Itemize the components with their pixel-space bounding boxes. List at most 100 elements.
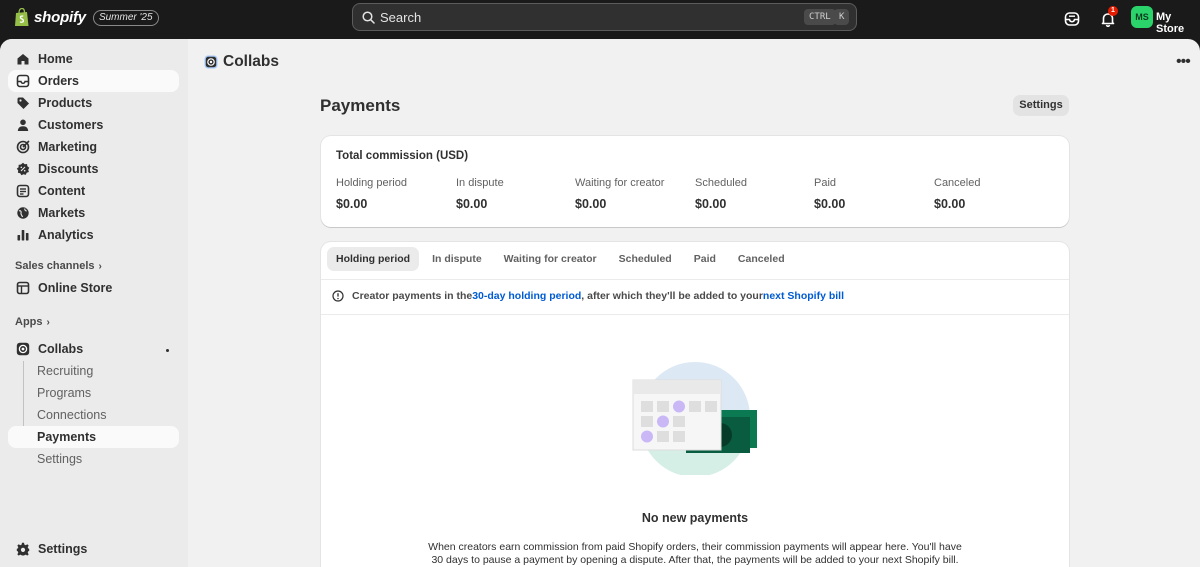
- stat-label: Canceled: [934, 177, 981, 189]
- info-text-middle: , after which they'll be added to your: [581, 290, 763, 302]
- storefront-icon: [16, 281, 30, 295]
- sidebar-item-home[interactable]: Home: [8, 48, 179, 70]
- store-name[interactable]: My Store: [1156, 11, 1200, 35]
- apps-heading[interactable]: Apps ›: [15, 316, 50, 328]
- stat-canceled: Canceled $0.00: [934, 177, 1049, 211]
- sidebar-item-label: Settings: [38, 542, 88, 556]
- empty-state-description: When creators earn commission from paid …: [428, 541, 962, 566]
- sidebar-item-label: Markets: [38, 206, 86, 220]
- stat-label: Waiting for creator: [575, 177, 665, 189]
- stat-holding-period: Holding period $0.00: [336, 177, 451, 211]
- stat-value: $0.00: [575, 197, 607, 211]
- sidebar-subitem-recruiting[interactable]: Recruiting: [8, 360, 179, 382]
- sidebar-item-settings[interactable]: Settings: [8, 538, 179, 560]
- collabs-pin-dot: [166, 349, 169, 352]
- sidebar-item-label: Collabs: [38, 342, 84, 356]
- tabs-divider: [321, 279, 1069, 280]
- sidebar-item-label: Home: [38, 52, 73, 66]
- stat-label: Holding period: [336, 177, 407, 189]
- inbox-icon[interactable]: [1063, 10, 1081, 28]
- stat-value: $0.00: [934, 197, 966, 211]
- sidebar-item-content[interactable]: Content: [8, 180, 179, 202]
- tab-holding-period[interactable]: Holding period: [327, 247, 420, 271]
- sidebar-item-online-store[interactable]: Online Store: [8, 277, 179, 299]
- tab-waiting-for-creator[interactable]: Waiting for creator: [495, 247, 606, 271]
- sidebar-item-label: Marketing: [38, 140, 98, 154]
- sidebar-item-label: Online Store: [38, 281, 113, 295]
- sidebar-item-label: Products: [38, 96, 93, 110]
- stat-in-dispute: In dispute $0.00: [456, 177, 571, 211]
- page-title: Payments: [320, 96, 401, 115]
- stat-label: Scheduled: [695, 177, 747, 189]
- tab-in-dispute[interactable]: In dispute: [423, 247, 491, 271]
- tab-scheduled[interactable]: Scheduled: [610, 247, 681, 271]
- sidebar-item-label: Customers: [38, 118, 104, 132]
- empty-state-title: No new payments: [641, 511, 749, 525]
- chevron-right-icon: ›: [98, 260, 102, 272]
- stat-paid: Paid $0.00: [814, 177, 929, 211]
- stat-scheduled: Scheduled $0.00: [695, 177, 810, 211]
- top-bar: shopify Summer '25 Search CTRL K 1 MS My…: [0, 0, 1200, 39]
- commission-summary-card: Total commission (USD) Holding period $0…: [321, 136, 1069, 227]
- content-icon: [16, 184, 30, 198]
- shortcut-k-key: K: [834, 9, 850, 25]
- sidebar-item-label: Discounts: [38, 162, 99, 176]
- sidebar-item-products[interactable]: Products: [8, 92, 179, 114]
- search-icon: [362, 10, 375, 24]
- stat-value: $0.00: [695, 197, 727, 211]
- sidebar-subitem-connections[interactable]: Connections: [8, 404, 179, 426]
- empty-state-illustration: [632, 362, 757, 475]
- stat-label: In dispute: [456, 177, 504, 189]
- target-icon: [16, 140, 30, 154]
- sales-channels-heading[interactable]: Sales channels ›: [15, 260, 102, 272]
- search-bar[interactable]: Search CTRL K: [352, 3, 857, 31]
- sidebar-subitem-programs[interactable]: Programs: [8, 382, 179, 404]
- edition-badge[interactable]: Summer '25: [92, 9, 159, 26]
- collabs-app-icon: [204, 55, 218, 69]
- collabs-app-icon: [16, 342, 30, 356]
- sidebar-item-label: Analytics: [38, 228, 94, 242]
- shopify-bill-link[interactable]: next Shopify bill: [763, 290, 844, 302]
- notification-badge: 1: [1108, 6, 1118, 16]
- sidebar-item-markets[interactable]: Markets: [8, 202, 179, 224]
- sidebar-item-discounts[interactable]: Discounts: [8, 158, 179, 180]
- shortcut-ctrl-key: CTRL: [804, 9, 836, 25]
- gear-icon: [16, 542, 30, 556]
- sidebar-item-label: Orders: [38, 74, 79, 88]
- search-placeholder: Search: [380, 9, 422, 25]
- summary-title: Total commission (USD): [336, 150, 469, 162]
- sales-channels-label: Sales channels: [15, 260, 95, 272]
- tab-canceled[interactable]: Canceled: [729, 247, 794, 271]
- sidebar-item-customers[interactable]: Customers: [8, 114, 179, 136]
- globe-icon: [17, 207, 29, 219]
- app-title: Collabs: [204, 53, 279, 71]
- tag-icon: [17, 97, 29, 109]
- discount-icon: [16, 162, 30, 176]
- stat-value: $0.00: [456, 197, 488, 211]
- sidebar-subitem-payments[interactable]: Payments: [8, 426, 179, 448]
- info-text-prefix: Creator payments in the: [352, 290, 473, 302]
- shopify-logo[interactable]: shopify Summer '25: [14, 8, 159, 27]
- settings-button[interactable]: Settings: [1013, 95, 1069, 116]
- holding-info-banner: Creator payments in the 30-day holding p…: [332, 290, 844, 302]
- admin-shell: Home Orders Products Customers Marketing…: [0, 39, 1200, 567]
- sidebar-item-collabs[interactable]: Collabs: [8, 338, 179, 360]
- sidebar-item-orders[interactable]: Orders: [8, 70, 179, 92]
- more-actions-icon[interactable]: •••: [1176, 53, 1191, 71]
- brand-wordmark: shopify: [34, 9, 86, 26]
- chevron-right-icon: ›: [46, 316, 50, 328]
- sidebar-item-analytics[interactable]: Analytics: [8, 224, 179, 246]
- home-icon: [17, 54, 29, 65]
- sidebar-item-marketing[interactable]: Marketing: [8, 136, 179, 158]
- info-icon: [332, 290, 344, 302]
- stat-value: $0.00: [336, 197, 368, 211]
- sidebar-subitem-settings[interactable]: Settings: [8, 448, 179, 470]
- payments-card: Holding period In dispute Waiting for cr…: [321, 242, 1069, 567]
- person-icon: [17, 119, 29, 131]
- holding-period-link[interactable]: 30-day holding period: [472, 290, 581, 302]
- tab-paid[interactable]: Paid: [685, 247, 725, 271]
- stat-value: $0.00: [814, 197, 846, 211]
- avatar[interactable]: MS: [1131, 6, 1153, 28]
- info-divider: [321, 314, 1069, 315]
- sidebar-item-label: Content: [38, 184, 86, 198]
